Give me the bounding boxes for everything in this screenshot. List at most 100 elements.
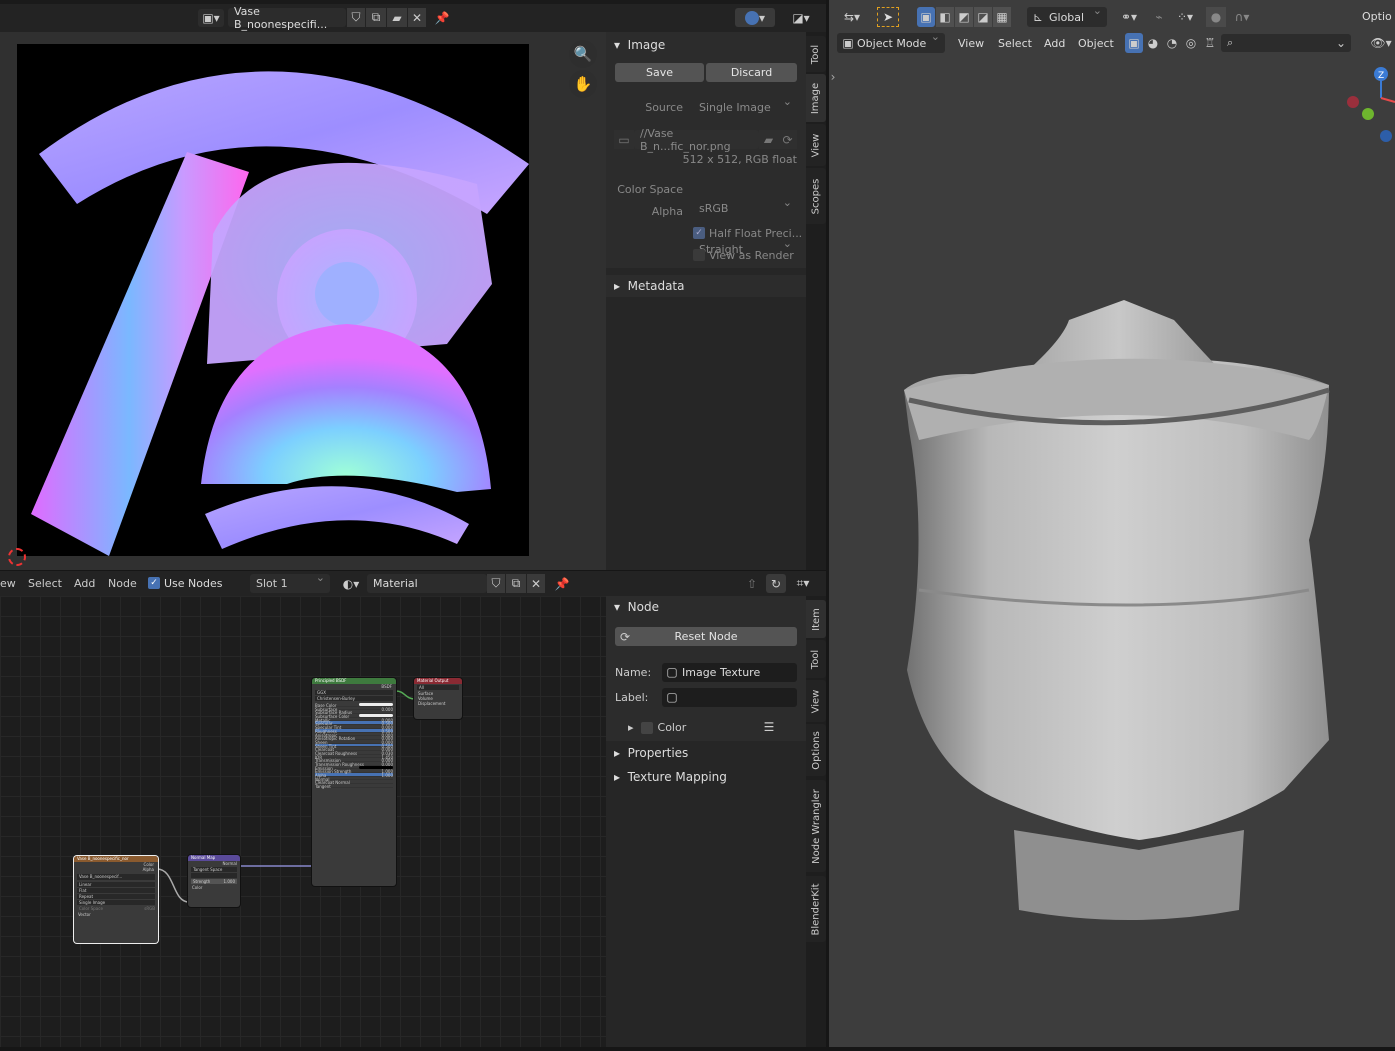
snap-icon[interactable]: ⌁ [1149,7,1169,27]
tab-node-tool[interactable]: Tool [806,640,826,678]
material-name-field[interactable]: Material [367,574,487,593]
node-name-field[interactable]: Image Texture [662,663,797,682]
principled-bsdf-node[interactable]: Principled BSDF BSDF GGX Christensen-Bur… [312,678,396,886]
select-mode-extend-icon[interactable]: ◧ [936,7,954,27]
menu-view[interactable]: ew [0,577,16,590]
tab-node-view[interactable]: View [806,680,826,722]
material-duplicate-icon[interactable]: ⧉ [506,574,526,593]
image-panel-header[interactable]: ▾ Image [614,36,798,54]
browse-folder-icon[interactable]: ▰ [759,130,778,149]
options-dropdown[interactable]: Optio [1362,10,1392,23]
select-mode-subtract-icon[interactable]: ◩ [955,7,973,27]
principled-input-row[interactable]: Tangent [315,784,393,789]
use-nodes-checkbox[interactable]: ✓ [148,577,160,589]
tab-node-wrangler[interactable]: Node Wrangler [806,780,826,872]
shading-solid-icon[interactable]: ▣ [1125,33,1143,53]
editor-type-icon[interactable]: ▣▾ [198,9,224,27]
texture-mapping-panel-header[interactable]: ▸ Texture Mapping [614,770,727,784]
pin-icon[interactable]: 📌 [432,8,452,27]
extension-dropdown[interactable]: Repeat [77,894,155,899]
tab-view[interactable]: View [806,124,826,166]
select-mode-new-icon[interactable]: ▣ [917,7,935,27]
viewport[interactable]: ⇆▾ ➤ ▣ ◧ ◩ ◪ ▦ Global ⊾ ⚭▾ ⌁ ⁘▾ ● ∩▾ Opt… [829,0,1395,1047]
texture-file-field[interactable]: Vase B_noonespecif... [77,874,155,880]
discard-button[interactable]: Discard [706,63,797,82]
snap-toggle-icon[interactable]: ↻ [766,574,786,593]
filepath-field[interactable]: //Vase B_n...fic_nor.png [634,127,759,153]
material-sphere-icon[interactable]: ◐▾ [337,574,365,593]
color-presets-icon[interactable]: ☰ [761,720,777,734]
image-texture-node[interactable]: Vase B_noonespecific_nor Color Alpha Vas… [74,856,158,943]
slot-dropdown[interactable]: Slot 1 [250,571,330,593]
tab-tool[interactable]: Tool [806,36,826,72]
close-icon[interactable]: ✕ [408,8,426,27]
material-fake-user-icon[interactable]: ⛉ [487,574,505,593]
half-float-label: Half Float Preci... [709,227,803,240]
brush-icon[interactable]: ♖ [1201,33,1219,53]
snap-target-icon[interactable]: ⁘▾ [1170,7,1200,27]
reload-icon[interactable]: ⟳ [778,130,797,149]
pivot-point-icon[interactable]: ⚭▾ [1114,7,1144,27]
material-output-node[interactable]: Material Output All Surface Volume Displ… [414,678,462,719]
reset-node-button[interactable]: ⟳ Reset Node [615,627,797,646]
color-checkbox[interactable] [640,721,653,734]
fake-user-icon[interactable]: ⛉ [347,8,365,27]
half-float-checkbox[interactable]: ✓ [693,227,705,239]
menu-add[interactable]: Add [74,577,95,590]
color-subpanel[interactable]: ▸ Color [628,721,686,734]
pan-hand-icon[interactable]: ✋ [569,70,597,98]
select-mode-intersect-icon[interactable]: ▦ [993,7,1011,27]
material-close-icon[interactable]: ✕ [527,574,545,593]
tab-image[interactable]: Image [806,74,826,122]
select-tool-icon[interactable]: ➤ [877,7,899,27]
shading-material-icon[interactable]: ◔ [1163,33,1181,53]
menu-node[interactable]: Node [108,577,137,590]
snap-settings-icon[interactable]: ⌗▾ [788,574,818,593]
zoom-icon[interactable]: 🔍 [569,40,597,68]
projection-dropdown[interactable]: Flat [77,888,155,893]
node-pin-icon[interactable]: 📌 [552,574,572,593]
source-type-dropdown[interactable]: Single Image [77,900,155,905]
filter-dropdown-icon[interactable]: ⌄ [1332,34,1350,52]
color-space-dropdown[interactable]: sRGB [693,196,797,218]
transform-pivot-icon[interactable]: ⇆▾ [837,7,867,27]
toolbar-expand-icon[interactable]: › [829,70,837,84]
select-mode-invert-icon[interactable]: ◪ [974,7,992,27]
node-label-field[interactable] [662,688,797,707]
viewport-menu-view[interactable]: View [958,37,984,50]
output-target-dropdown[interactable]: All [417,685,459,690]
view-as-render-checkbox[interactable] [693,249,705,261]
tab-scopes[interactable]: Scopes [806,168,826,224]
display-channels-icon[interactable]: ◪▾ [786,8,816,27]
shading-rendered-icon[interactable]: ◎ [1182,33,1200,53]
normal-map-node[interactable]: Normal Map Normal Tangent Space Strength… [188,855,240,907]
strength-field[interactable]: Strength 1.000 [191,879,237,884]
properties-panel-header[interactable]: ▸ Properties [614,746,688,760]
visibility-icon[interactable]: 👁▾ [1369,34,1393,52]
texture-color-space[interactable]: Color Space sRGB [77,906,155,911]
save-button[interactable]: Save [615,63,704,82]
node-panel-header[interactable]: ▾ Node [614,600,659,614]
parent-node-tree-icon[interactable]: ⇧ [742,574,762,593]
viewport-menu-select[interactable]: Select [998,37,1032,50]
distribution-dropdown[interactable]: GGX [315,690,393,695]
falloff-icon[interactable]: ∩▾ [1227,7,1257,27]
tab-item[interactable]: Item [806,600,826,638]
image-name-field[interactable]: Vase B_noonespecifi... [228,5,346,31]
gizmo-toggle-icon[interactable]: ▾ [735,8,775,27]
metadata-panel-header[interactable]: ▸ Metadata [614,279,684,293]
tab-blenderkit[interactable]: BlenderKit [806,876,826,942]
space-dropdown[interactable]: Tangent Space [191,867,237,872]
menu-select[interactable]: Select [28,577,62,590]
duplicate-icon[interactable]: ⧉ [366,8,386,27]
source-dropdown[interactable]: Single Image [693,95,797,117]
shading-wire-icon[interactable]: ◕ [1144,33,1162,53]
subsurface-method-dropdown[interactable]: Christensen-Burley [315,696,393,701]
proportional-edit-icon[interactable]: ● [1206,7,1226,27]
interpolation-dropdown[interactable]: Linear [77,882,155,887]
navigation-gizmo[interactable]: Z [1341,64,1395,148]
tab-options[interactable]: Options [806,724,826,776]
open-folder-icon[interactable]: ▰ [387,8,407,27]
viewport-menu-add[interactable]: Add [1044,37,1065,50]
viewport-menu-object[interactable]: Object [1078,37,1114,50]
